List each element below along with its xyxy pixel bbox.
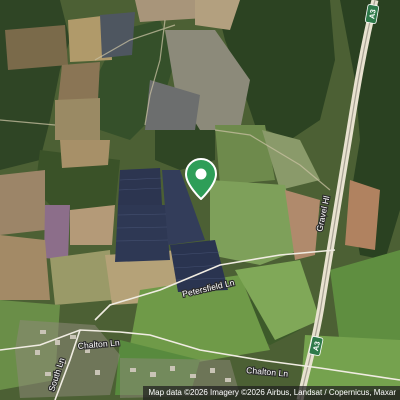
- map-attribution[interactable]: Map data ©2026 Imagery ©2026 Airbus, Lan…: [142, 386, 400, 400]
- location-pin-icon[interactable]: [184, 157, 218, 201]
- a3-label-top: A3: [367, 9, 378, 20]
